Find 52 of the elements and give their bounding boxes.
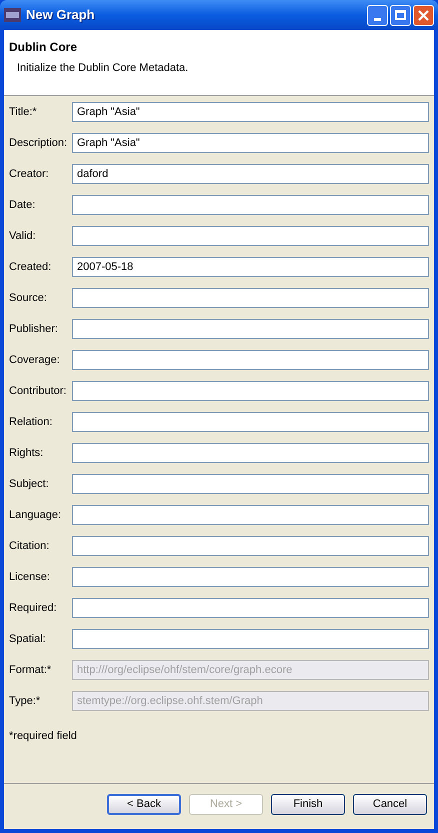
text-field[interactable] [72,629,429,649]
text-field[interactable]: 2007-05-18 [72,257,429,277]
field-label: Created: [9,260,52,275]
text-field[interactable]: Graph "Asia" [72,102,429,122]
field-label: Format:* [9,662,52,678]
text-field[interactable] [72,195,429,215]
text-field[interactable]: Graph "Asia" [72,133,429,153]
close-button[interactable] [413,4,434,26]
close-icon [418,10,429,20]
text-field[interactable] [72,226,429,246]
field-label: Contributor: [9,384,68,399]
window-title: New Graph [26,6,95,24]
page-title: Dublin Core [9,39,78,56]
maximize-icon [395,10,406,20]
field-label: Source: [9,290,48,306]
app-icon [4,8,21,22]
text-field[interactable] [72,598,429,618]
dialog-button[interactable]: < Back [107,794,181,815]
text-field[interactable] [72,381,429,401]
field-label: Subject: [9,476,50,492]
text-field[interactable] [72,319,429,339]
text-field[interactable] [72,412,429,432]
page-description: Initialize the Dublin Core Metadata. [17,61,190,76]
minimize-button[interactable] [367,4,388,26]
text-field[interactable] [72,443,429,463]
field-label: Citation: [9,538,50,554]
field-label: Type:* [9,694,42,709]
text-field[interactable] [72,350,429,370]
field-label: Date: [9,198,36,213]
text-field[interactable] [72,567,429,587]
required-note: *required field [8,729,78,744]
field-label: Coverage: [9,352,61,368]
field-label: Creator: [9,166,50,182]
text-field[interactable] [72,505,429,525]
dialog-button[interactable]: Cancel [353,794,427,815]
text-field[interactable] [72,536,429,556]
minimize-icon [374,18,381,20]
maximize-button[interactable] [390,4,411,26]
text-field[interactable] [72,474,429,494]
field-label: Spatial: [9,632,47,647]
field-label: License: [9,570,51,585]
text-field[interactable]: daford [72,164,429,184]
text-field[interactable] [72,288,429,308]
field-label: Valid: [9,228,37,244]
dialog-button[interactable]: Finish [271,794,345,815]
field-label: Required: [9,600,58,616]
field-label: Language: [9,508,62,523]
field-label: Description: [9,136,68,151]
field-label: Title:* [9,104,38,120]
field-label: Publisher: [9,322,59,337]
field-label: Rights: [9,446,44,461]
field-label: Relation: [9,414,54,430]
